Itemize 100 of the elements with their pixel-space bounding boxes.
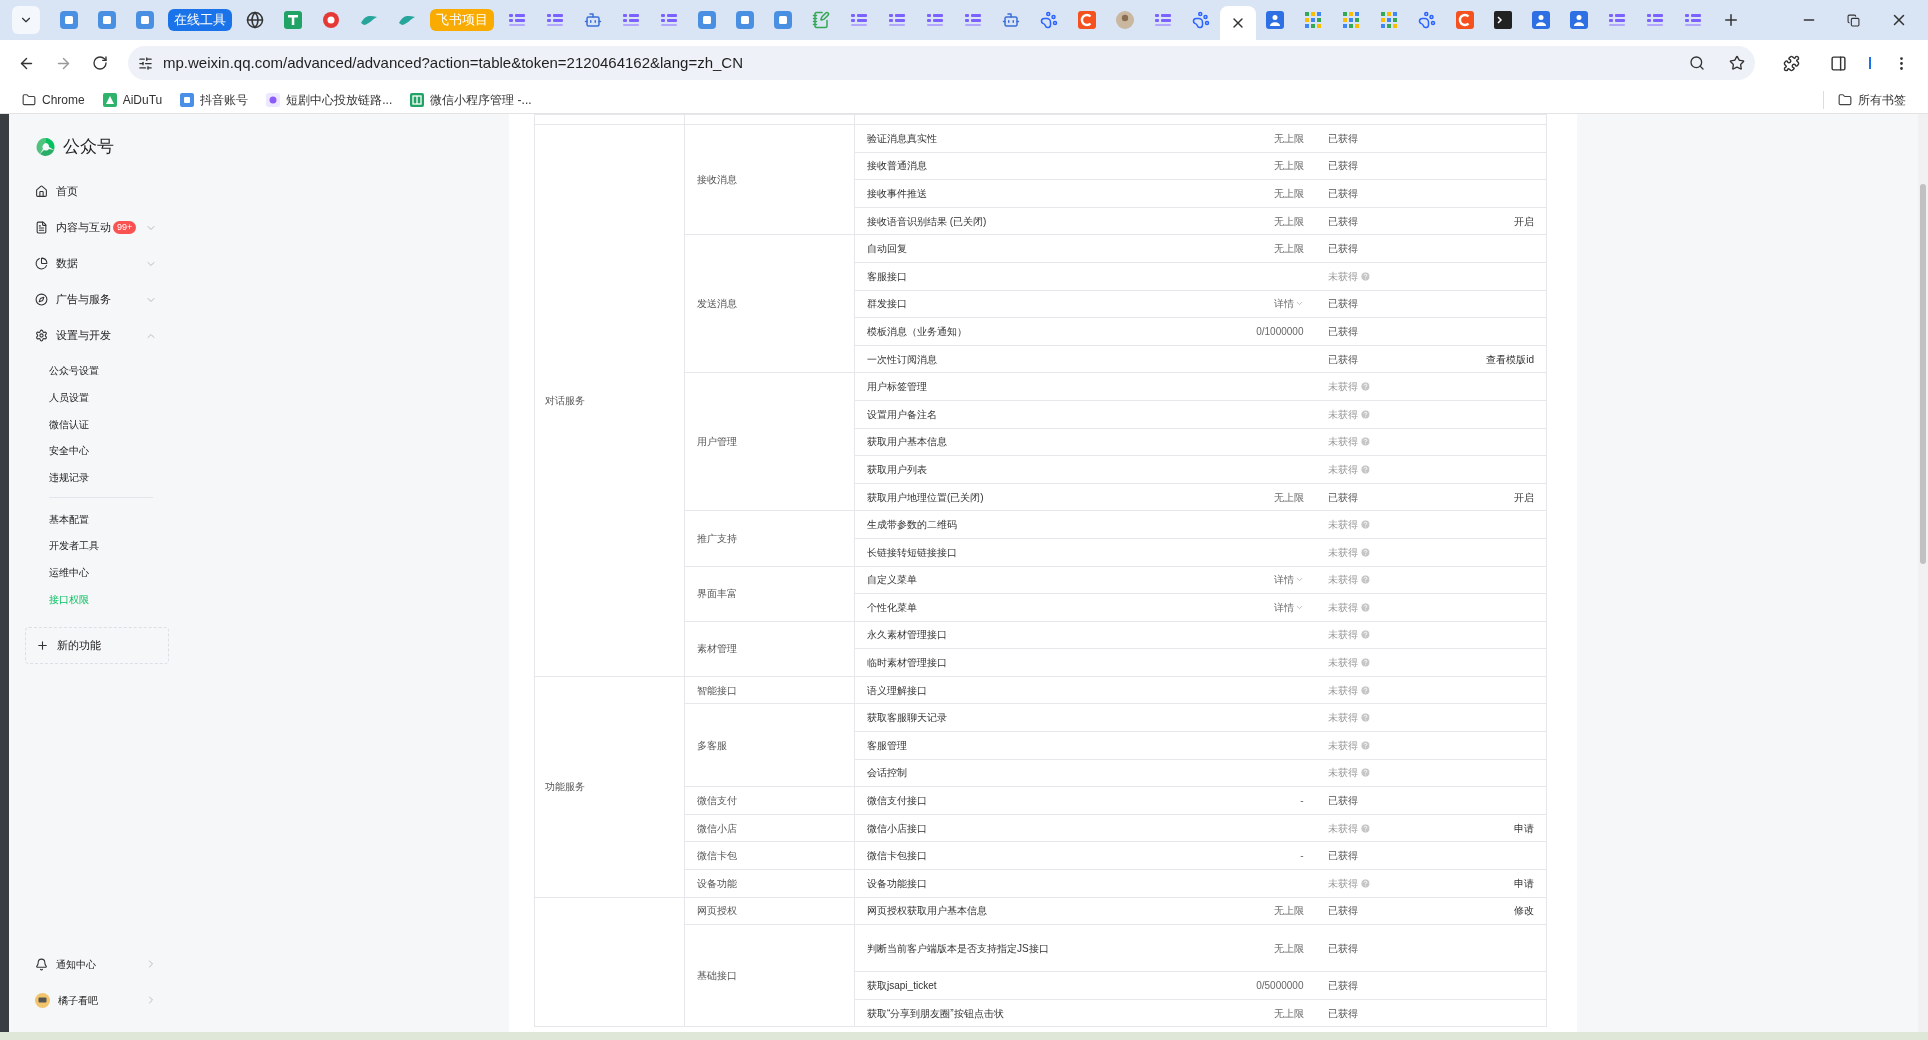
bookmark-item[interactable]: AiDuTu (102, 90, 163, 109)
new-tab-icon[interactable] (1722, 11, 1740, 29)
status-text: 未获得 (1327, 380, 1358, 395)
scrollbar-thumb[interactable] (1920, 184, 1926, 564)
robot-icon (584, 11, 602, 29)
help-icon[interactable] (1359, 877, 1371, 889)
extensions-icon[interactable] (1783, 54, 1800, 72)
nav-label: 设置与开发 (56, 328, 111, 344)
help-icon[interactable] (1359, 629, 1371, 641)
nav-item[interactable]: 内容与互动 99+ (25, 209, 169, 246)
side-panel-icon[interactable] (1830, 54, 1847, 72)
nav-label: 广告与服务 (56, 292, 111, 308)
person-favicon-icon (1532, 11, 1550, 29)
restore-icon[interactable] (1847, 13, 1860, 27)
interface-name: 接收普通消息 (867, 160, 927, 172)
url-text: mp.weixin.qq.com/advanced/advanced?action=table&token=2120464162&lang=zh_CN (163, 52, 743, 73)
nav-label: 通知中心 (56, 957, 96, 972)
help-icon[interactable] (1359, 408, 1371, 420)
bookmark-star-icon[interactable] (1729, 55, 1745, 71)
help-icon[interactable] (1359, 463, 1371, 475)
nav-item[interactable]: 广告与服务 (25, 281, 169, 318)
category-cell: 推广支持 (697, 532, 737, 544)
interface-name: 永久素材管理接口 (867, 629, 947, 641)
action-link[interactable]: 开启 (1514, 491, 1534, 503)
sub-nav-item[interactable]: 微信认证 (25, 410, 169, 438)
action-link[interactable]: 修改 (1514, 905, 1534, 917)
help-icon[interactable] (1359, 270, 1371, 282)
sub-nav-item[interactable]: 安全中心 (25, 437, 169, 465)
help-icon[interactable] (1359, 657, 1371, 669)
nav-label: 橘子看吧 (58, 993, 98, 1008)
zoom-icon[interactable] (1689, 55, 1705, 71)
sub-nav-item[interactable]: 公众号设置 (25, 357, 169, 385)
help-icon[interactable] (1359, 601, 1371, 613)
help-icon[interactable] (1359, 767, 1371, 779)
compass-icon (35, 293, 48, 306)
site-settings-icon[interactable] (138, 55, 153, 71)
status-text: 未获得 (1327, 766, 1358, 781)
help-icon[interactable] (1359, 822, 1371, 834)
reload-icon[interactable] (92, 55, 108, 71)
plus-icon (36, 638, 49, 652)
category-cell: 网页授权 (697, 905, 737, 917)
details-dropdown[interactable]: 详情 (1273, 599, 1304, 615)
interface-name: 模板消息（业务通知） (867, 325, 967, 337)
help-icon[interactable] (1359, 574, 1371, 586)
nav-item[interactable]: 设置与开发 (25, 317, 169, 354)
bookmark-item[interactable]: 微信小程序管理 -... (410, 90, 532, 109)
dot-grid-icon (1380, 11, 1398, 29)
sub-nav-item[interactable]: 运维中心 (49, 559, 153, 586)
sub-nav-item[interactable]: 基本配置 (49, 505, 153, 533)
help-icon[interactable] (1359, 436, 1371, 448)
status-text: 已获得 (1327, 904, 1358, 919)
sub-nav-item[interactable]: 违规记录 (25, 464, 169, 491)
help-icon[interactable] (1359, 381, 1371, 393)
help-icon[interactable] (1359, 684, 1371, 696)
action-link[interactable]: 申请 (1514, 877, 1534, 889)
count-badge: 99+ (113, 221, 137, 234)
sub-nav-item[interactable]: 人员设置 (25, 384, 169, 411)
help-icon[interactable] (1359, 739, 1371, 751)
nav-item[interactable]: 数据 (25, 245, 169, 282)
category-cell: 微信卡包 (697, 850, 737, 862)
help-icon[interactable] (1359, 712, 1371, 724)
page-favicon-icon (136, 11, 154, 29)
action-link[interactable]: 查看模版id (1486, 353, 1534, 365)
address-bar[interactable]: mp.weixin.qq.com/advanced/advanced?action=table&token=2120464162&lang=zh_CN (128, 46, 1755, 80)
interface-name: 临时素材管理接口 (867, 657, 947, 669)
interface-name: 自动回复 (867, 243, 907, 255)
action-link[interactable]: 开启 (1514, 215, 1534, 227)
status-text: 已获得 (1327, 794, 1358, 809)
action-link[interactable]: 申请 (1514, 822, 1534, 834)
new-feature-label: 新的功能 (57, 637, 101, 653)
list-favicon-icon (1646, 11, 1664, 29)
status-text: 未获得 (1327, 545, 1358, 560)
tab-group-label[interactable]: 在线工具 (168, 9, 232, 31)
arc-logo-icon (1078, 11, 1096, 29)
bookmark-item[interactable]: Chrome (22, 90, 85, 109)
help-icon[interactable] (1359, 546, 1371, 558)
folder-icon (22, 92, 36, 107)
notebook-pen-icon (812, 11, 830, 29)
paw-icon (1040, 11, 1058, 29)
help-icon[interactable] (1359, 519, 1371, 531)
limit-text: 无上限 (1273, 905, 1304, 917)
group-cell: 功能服务 (545, 781, 585, 793)
limit-text: - (1300, 795, 1304, 807)
bookmark-item[interactable]: 抖音账号 (180, 90, 249, 109)
paw-icon (1192, 11, 1210, 29)
interface-name: 获取jsapi_ticket (867, 980, 937, 991)
bookmark-item[interactable]: 短剧中心投放链路... (266, 90, 393, 109)
interface-name: 用户标签管理 (867, 381, 927, 393)
details-dropdown[interactable]: 详情 (1273, 572, 1304, 588)
category-cell: 基础接口 (697, 970, 737, 982)
interface-name: 设置用户备注名 (867, 408, 937, 420)
sub-nav-item[interactable]: 开发者工具 (49, 532, 153, 560)
category-cell: 用户管理 (697, 436, 737, 448)
nav-item[interactable]: 首页 (25, 173, 169, 210)
nav-item[interactable]: 橘子看吧 (25, 982, 169, 1018)
interface-name: 客服接口 (867, 270, 907, 282)
status-text: 已获得 (1327, 214, 1358, 229)
nav-item[interactable]: 通知中心 (25, 946, 169, 982)
details-dropdown[interactable]: 详情 (1273, 296, 1304, 312)
all-bookmarks-button[interactable]: 所有书签 (1823, 90, 1906, 109)
